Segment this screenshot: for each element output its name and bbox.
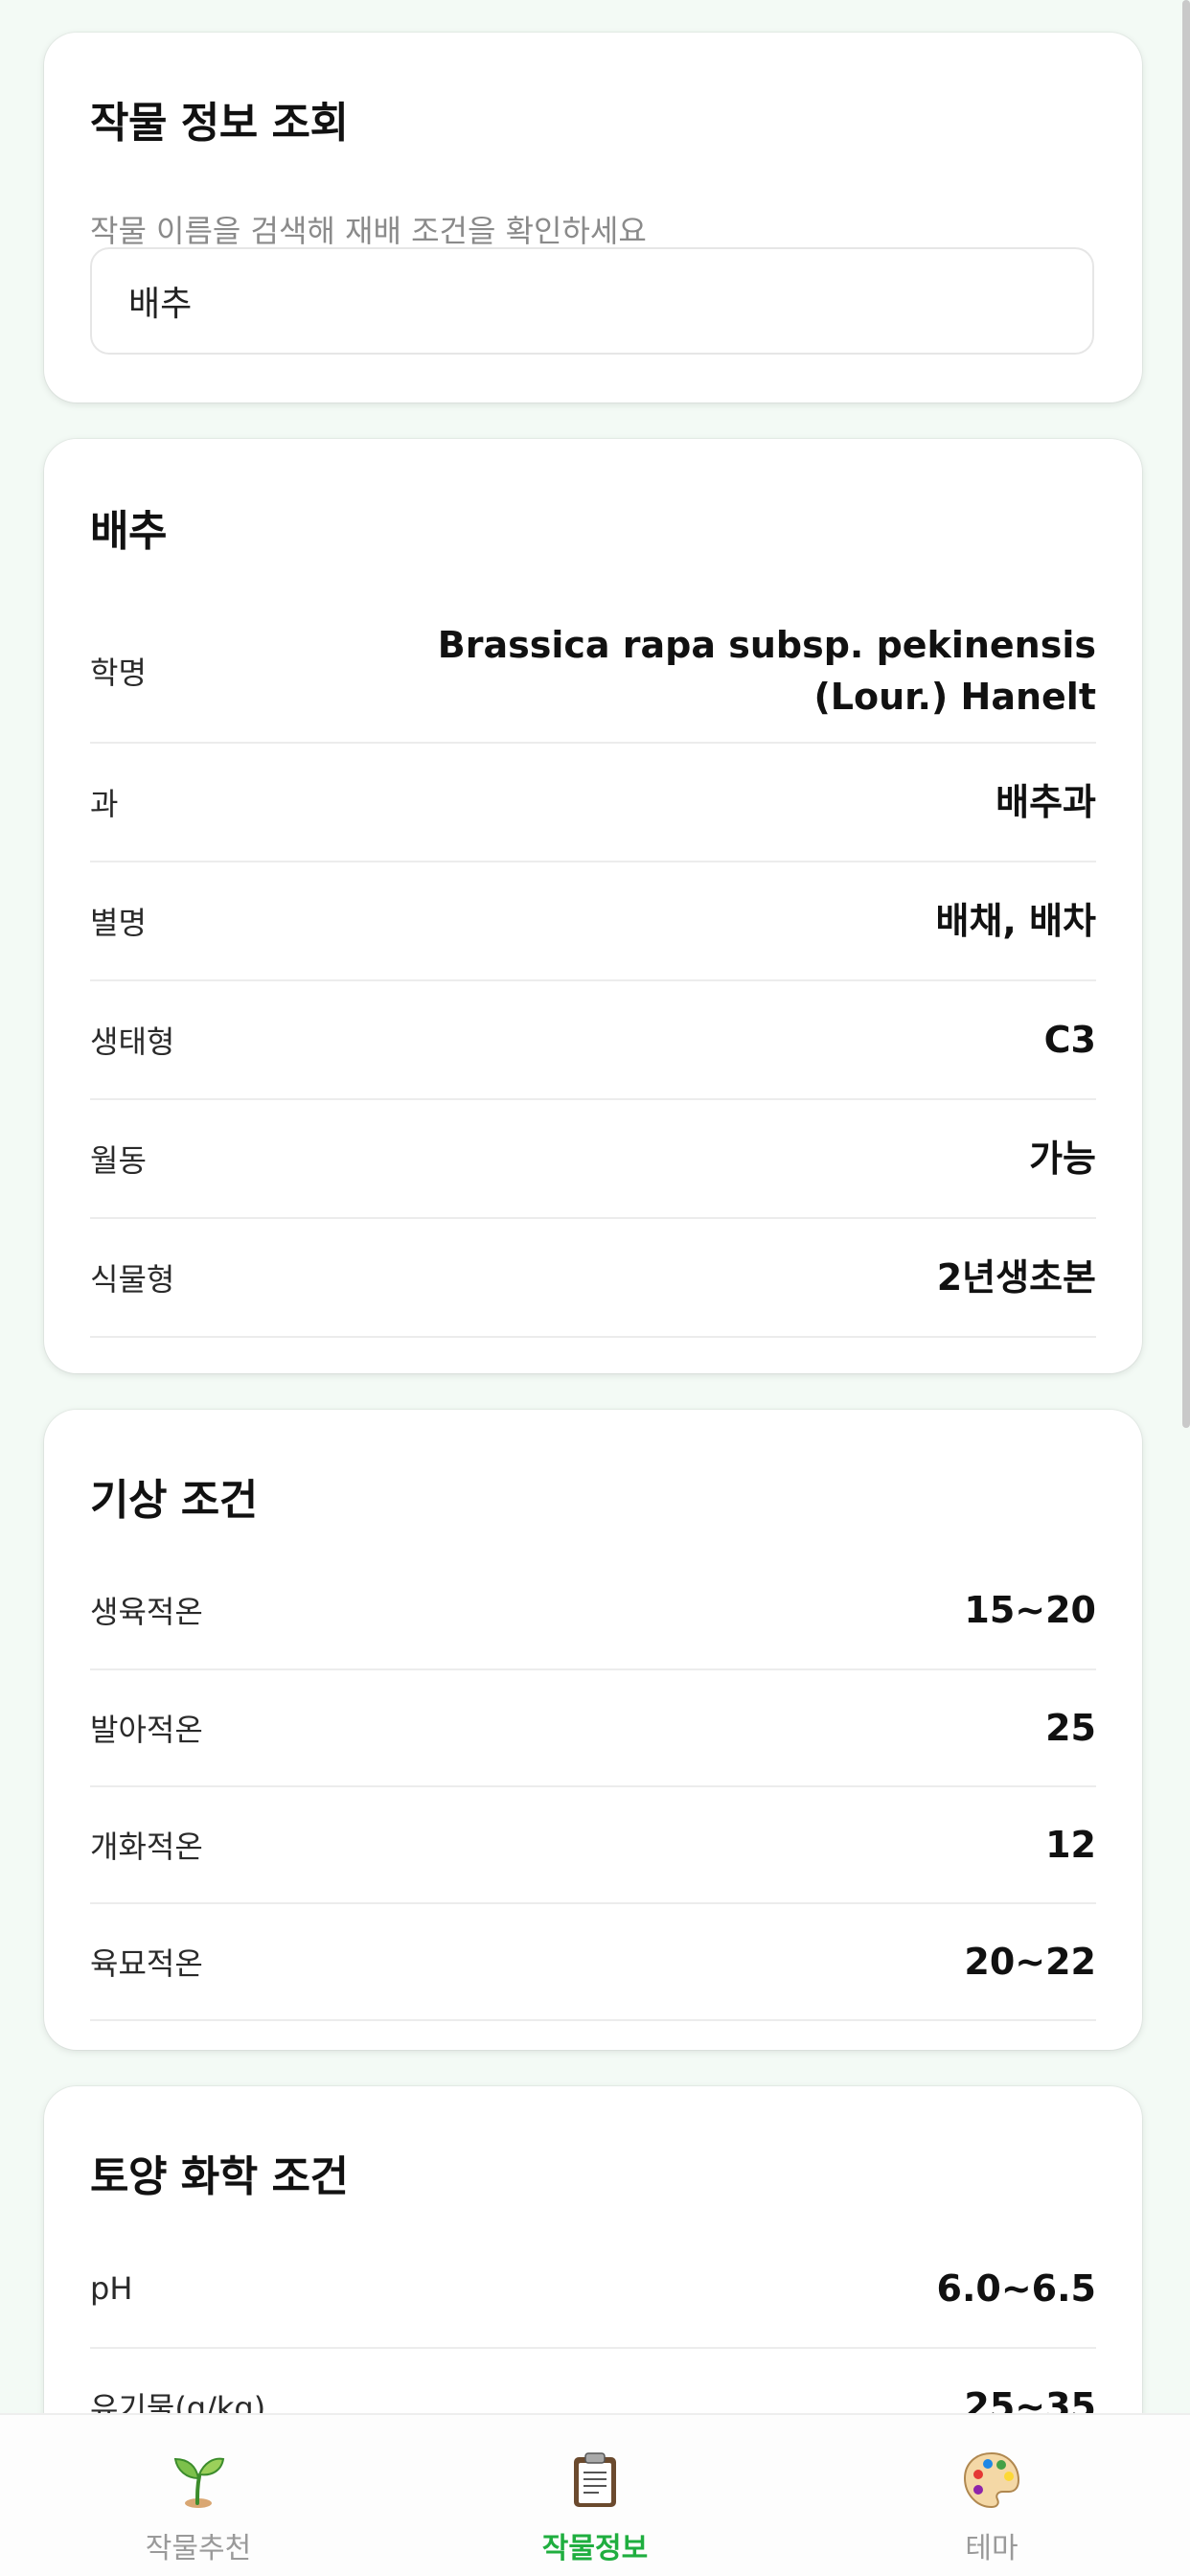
weather-row-growth-temp: 생육적온 15~20 (90, 1552, 1096, 1670)
vertical-scrollbar[interactable] (1182, 0, 1190, 1428)
info-row-ecotype: 생태형 C3 (90, 981, 1096, 1100)
tab-label: 작물정보 (541, 2532, 649, 2565)
info-row-value: 배추과 (995, 781, 1096, 823)
info-row-label: 생태형 (90, 1024, 175, 1060)
soil-row-ph: pH 6.0~6.5 (90, 2230, 1096, 2349)
soil-row-label: 유기물(g/kg) (90, 2390, 266, 2415)
weather-row-flowering-temp: 개화적온 12 (90, 1787, 1096, 1904)
weather-row-value: 12 (1045, 1824, 1096, 1866)
soil-row-value: 25~35 (964, 2385, 1096, 2415)
info-row-value: 2년생초본 (936, 1256, 1096, 1299)
weather-row-germination-temp: 발아적온 25 (90, 1670, 1096, 1787)
weather-row-label: 개화적온 (90, 1828, 203, 1865)
info-row-value: 가능 (1029, 1138, 1096, 1180)
info-row-label: 학명 (90, 655, 147, 691)
info-row-alias: 별명 배채, 배차 (90, 862, 1096, 981)
info-row-overwintering: 월동 가능 (90, 1100, 1096, 1219)
weather-row-label: 생육적온 (90, 1594, 203, 1630)
weather-row-value: 20~22 (964, 1941, 1096, 1983)
bottom-tab-bar: 작물추천 작물정보 테마 (0, 2413, 1190, 2576)
info-row-label: 월동 (90, 1142, 147, 1179)
tab-label: 작물추천 (145, 2532, 252, 2565)
search-card: 작물 정보 조회 작물 이름을 검색해 재배 조건을 확인하세요 배추 (44, 33, 1142, 402)
tab-label: 테마 (965, 2532, 1018, 2565)
soil-row-label: pH (90, 2270, 133, 2307)
soil-row-organic-matter: 유기물(g/kg) 25~35 (90, 2349, 1096, 2415)
tab-theme[interactable]: 테마 (793, 2415, 1190, 2576)
info-row-plant-type: 식물형 2년생초본 (90, 1219, 1096, 1338)
weather-row-seedling-temp: 육묘적온 20~22 (90, 1904, 1096, 2021)
info-row-label: 식물형 (90, 1261, 175, 1298)
info-row-label: 과 (90, 786, 119, 822)
weather-conditions-card: 기상 조건 생육적온 15~20 발아적온 25 개화적온 12 육묘적온 20… (44, 1410, 1142, 2050)
info-row-label: 별명 (90, 905, 147, 941)
clipboard-icon (574, 2452, 616, 2507)
weather-row-label: 육묘적온 (90, 1945, 203, 1982)
soil-row-value: 6.0~6.5 (936, 2267, 1096, 2310)
info-row-value: C3 (1043, 1019, 1096, 1061)
soil-card-title: 토양 화학 조건 (90, 2152, 349, 2201)
weather-row-value: 25 (1045, 1707, 1096, 1749)
sprout-icon (173, 2457, 225, 2508)
search-card-title: 작물 정보 조회 (90, 99, 349, 148)
info-row-value: 배채, 배차 (935, 900, 1096, 942)
info-row-scientific-name: 학명 Brassica rapa subsp. pekinensis (Lour… (90, 600, 1096, 744)
crop-info-card: 배추 학명 Brassica rapa subsp. pekinensis (L… (44, 439, 1142, 1373)
search-card-subtitle: 작물 이름을 검색해 재배 조건을 확인하세요 (90, 213, 647, 249)
tab-crop-recommend[interactable]: 작물추천 (0, 2415, 397, 2576)
info-row-family: 과 배추과 (90, 744, 1096, 862)
weather-row-label: 발아적온 (90, 1712, 203, 1748)
main-scroll-area[interactable]: 작물 정보 조회 작물 이름을 검색해 재배 조건을 확인하세요 배추 배추 학… (0, 0, 1190, 2415)
weather-row-value: 15~20 (964, 1589, 1096, 1631)
crop-info-title: 배추 (90, 507, 167, 556)
soil-chemistry-card: 토양 화학 조건 pH 6.0~6.5 유기물(g/kg) 25~35 (44, 2086, 1142, 2415)
crop-search-input[interactable]: 배추 (90, 247, 1094, 355)
info-row-value: Brassica rapa subsp. pekinensis (Lour.) … (437, 624, 1096, 718)
palette-icon (963, 2451, 1020, 2509)
weather-card-title: 기상 조건 (90, 1476, 258, 1525)
tab-crop-info[interactable]: 작물정보 (397, 2415, 793, 2576)
